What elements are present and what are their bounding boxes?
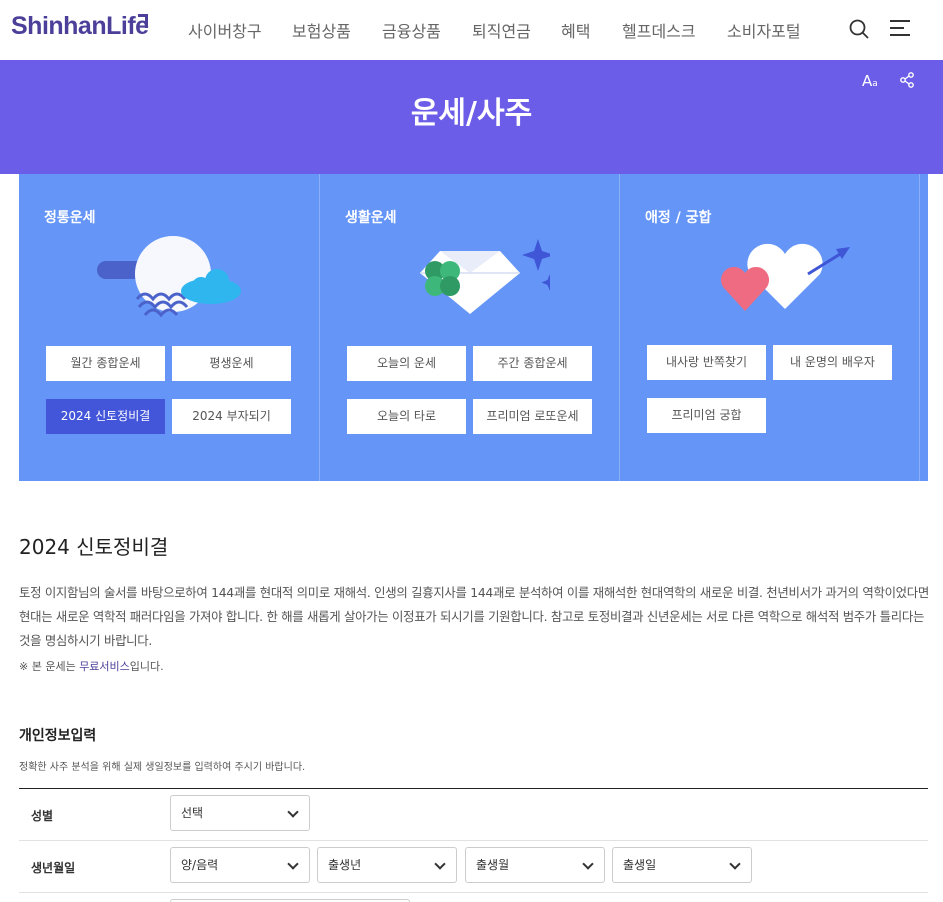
clover-diamond-illustration [420,239,550,314]
category-title: 애정 / 궁합 [645,210,712,226]
category-title: 생활운세 [345,210,397,226]
chevron-down-icon [287,806,299,818]
menu-premium-lotto[interactable]: 프리미엄 로또운세 [473,399,592,434]
nav-item-finance[interactable]: 금융상품 [382,18,441,42]
menu-lifetime-fortune[interactable]: 평생운세 [172,346,291,381]
description-text: 토정 이지함님의 술서를 바탕으로하여 144괘를 현대적 의미로 재해석. 인… [19,585,929,648]
category-panel: 정통운세 월간 종합운세 평생운세 2024 신토정비결 2024 부자되기 생… [19,174,928,481]
nav-item-insurance[interactable]: 보험상품 [292,18,351,42]
hearts-arrow-illustration [720,243,850,311]
logo[interactable]: ShinhanLife [11,12,149,41]
form-row-divider [19,892,928,893]
gender-select[interactable]: 선택 [170,795,310,831]
menu-icon[interactable] [890,20,910,38]
menu-find-soulmate[interactable]: 내사랑 반쪽찾기 [647,345,766,380]
calendar-type-select[interactable]: 양/음력 [170,847,310,883]
form-description: 정확한 사주 분석을 위해 실제 생일정보를 입력하여 주시기 바랍니다. [19,762,306,773]
page-banner: 운세/사주 Aa [0,60,943,174]
menu-monthly-fortune[interactable]: 월간 종합운세 [46,346,165,381]
site-header: ShinhanLife 사이버창구 보험상품 금융상품 퇴직연금 혜택 헬프데스… [0,0,943,60]
free-service-note: ※ 본 운세는 무료서비스입니다. [19,660,164,673]
chevron-down-icon [729,858,741,870]
menu-weekly-fortune[interactable]: 주간 종합운세 [473,346,592,381]
page-title: 운세/사주 [410,96,533,131]
free-service-label: 무료서비스 [79,660,130,673]
column-divider [919,174,920,481]
font-size-icon[interactable]: Aa [862,72,878,90]
category-traditional: 정통운세 월간 종합운세 평생운세 2024 신토정비결 2024 부자되기 [19,174,319,481]
menu-destined-spouse[interactable]: 내 운명의 배우자 [773,345,892,380]
chevron-down-icon [434,858,446,870]
menu-today-fortune[interactable]: 오늘의 운세 [347,346,466,381]
logo-mark [138,14,148,28]
moon-cloud-illustration [97,236,241,318]
nav-item-cyber-counter[interactable]: 사이버창구 [188,18,262,42]
category-love-compatibility: 애정 / 궁합 내사랑 반쪽찾기 내 운명의 배우자 프리미엄 궁합 [620,174,920,481]
nav-item-benefits[interactable]: 혜택 [561,18,590,42]
menu-wealth-2024[interactable]: 2024 부자되기 [172,399,291,434]
share-icon[interactable] [899,72,915,88]
chevron-down-icon [582,858,594,870]
nav-item-helpdesk[interactable]: 헬프데스크 [622,18,696,42]
birth-day-select[interactable]: 출생일 [612,847,752,883]
birth-month-select[interactable]: 출생월 [465,847,605,883]
nav-item-pension[interactable]: 퇴직연금 [472,18,531,42]
form-top-border [19,788,928,789]
search-icon[interactable] [849,19,869,39]
category-title: 정통운세 [44,210,96,226]
birth-year-select[interactable]: 출생년 [317,847,457,883]
section-heading: 2024 신토정비결 [19,535,169,559]
category-daily-life: 생활운세 오늘의 운세 주간 종합운세 오늘의 타로 프리미엄 로또운세 [320,174,620,481]
birthdate-label: 생년월일 [31,861,76,875]
nav-item-consumer-portal[interactable]: 소비자포털 [727,18,801,42]
gender-label: 성별 [31,809,54,823]
menu-today-tarot[interactable]: 오늘의 타로 [347,399,466,434]
menu-tojeong-2024[interactable]: 2024 신토정비결 [46,399,165,434]
menu-premium-compatibility[interactable]: 프리미엄 궁합 [647,398,766,433]
form-title: 개인정보입력 [19,728,97,744]
form-row-divider [19,840,928,841]
chevron-down-icon [287,858,299,870]
